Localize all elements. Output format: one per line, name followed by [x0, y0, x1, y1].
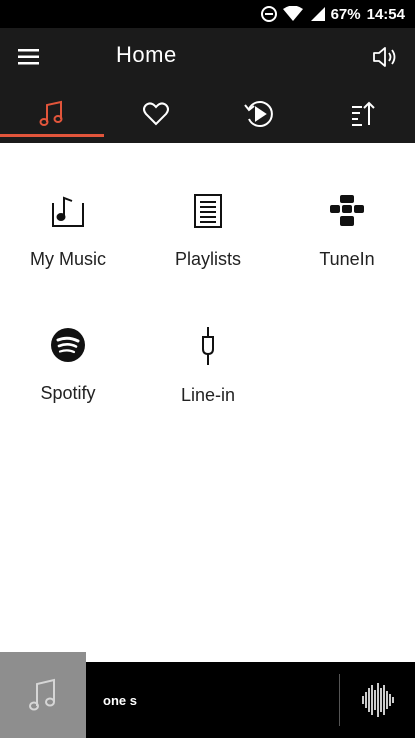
wifi-icon	[282, 6, 303, 22]
waveform-button[interactable]	[361, 682, 395, 718]
waveform-icon	[362, 683, 394, 717]
tab-favorites[interactable]	[104, 85, 208, 143]
spotify-icon	[51, 328, 85, 362]
source-label: My Music	[30, 249, 106, 269]
music-folder-icon	[52, 196, 84, 227]
playlist-icon	[194, 194, 222, 228]
menu-button[interactable]	[16, 44, 42, 70]
music-note-icon	[39, 100, 63, 126]
source-label: TuneIn	[319, 249, 375, 269]
menu-icon	[18, 49, 39, 65]
sort-icon	[352, 101, 375, 126]
tab-recent[interactable]	[208, 85, 312, 143]
source-my-music[interactable]: My Music	[0, 143, 138, 269]
tab-bar	[0, 85, 415, 143]
source-label: Line-in	[180, 385, 236, 405]
do-not-disturb-icon	[260, 6, 277, 22]
tab-sort[interactable]	[311, 85, 415, 143]
heart-icon	[142, 102, 169, 126]
app-bar: Home	[0, 28, 415, 85]
tunein-icon	[330, 195, 364, 226]
recent-play-icon	[244, 101, 274, 127]
battery-level: 67%	[330, 5, 361, 23]
album-art[interactable]	[0, 652, 86, 738]
cellular-signal-icon	[309, 6, 325, 22]
clock: 14:54	[366, 5, 405, 23]
player-divider	[339, 674, 340, 726]
source-playlists[interactable]: Playlists	[138, 143, 278, 269]
source-line-in[interactable]: Line-in	[138, 277, 278, 405]
page-title: Home	[116, 42, 177, 67]
source-label: Playlists	[174, 249, 241, 269]
tab-music[interactable]	[0, 85, 104, 143]
line-in-plug-icon	[202, 327, 214, 365]
source-spotify[interactable]: Spotify	[0, 277, 138, 403]
volume-button[interactable]	[371, 43, 399, 71]
source-label: Spotify	[40, 383, 96, 403]
source-tunein[interactable]: TuneIn	[277, 143, 415, 269]
track-title: one s	[103, 693, 137, 708]
mini-player[interactable]: one s	[0, 652, 415, 738]
status-bar: 67% 14:54	[0, 0, 415, 28]
volume-icon	[373, 47, 396, 67]
album-art-placeholder-icon	[29, 678, 55, 711]
